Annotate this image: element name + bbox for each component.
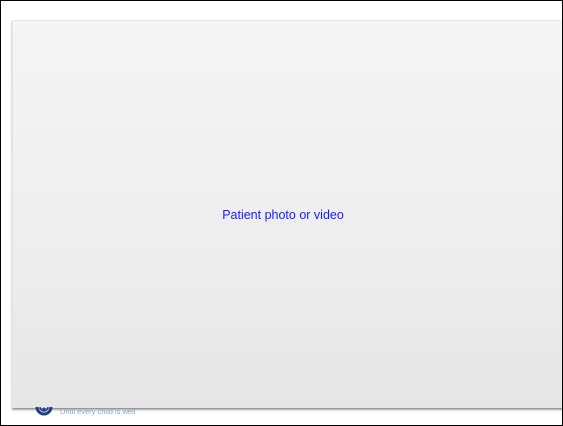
slide-frame: Patient photo or video Until every child… xyxy=(0,0,563,426)
footer: Until every child is well xyxy=(34,404,135,420)
placeholder-text: Patient photo or video xyxy=(222,208,344,222)
hospital-logo-icon xyxy=(34,404,54,420)
footer-tagline: Until every child is well xyxy=(60,407,136,416)
media-placeholder-panel[interactable]: Patient photo or video xyxy=(12,20,562,408)
